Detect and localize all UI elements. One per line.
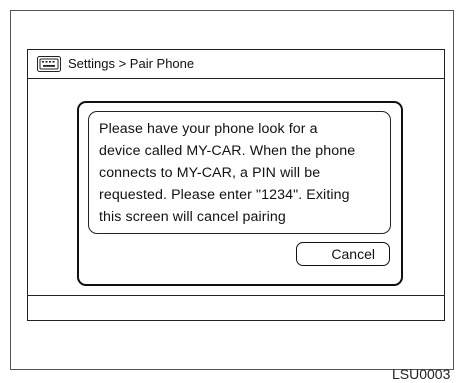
breadcrumb: Settings > Pair Phone	[68, 56, 195, 71]
message-line: requested. Please enter "1234". Exiting	[99, 187, 350, 203]
keyboard-icon	[37, 56, 61, 72]
footer-divider	[28, 295, 444, 296]
display-screen: Settings > Pair Phone Please have your p…	[27, 49, 445, 321]
pair-phone-dialog: Please have your phone look for a device…	[77, 101, 403, 286]
figure-code: LSU0003	[392, 366, 451, 382]
message-line: this screen will cancel pairing	[99, 209, 286, 225]
message-line: Please have your phone look for a	[99, 121, 318, 137]
screen-header: Settings > Pair Phone	[28, 50, 444, 79]
cancel-button[interactable]: Cancel	[296, 242, 390, 266]
message-line: device called MY-CAR. When the phone	[99, 143, 356, 159]
message-line: connects to MY-CAR, a PIN will be	[99, 165, 321, 181]
message-box: Please have your phone look for a device…	[88, 111, 391, 234]
